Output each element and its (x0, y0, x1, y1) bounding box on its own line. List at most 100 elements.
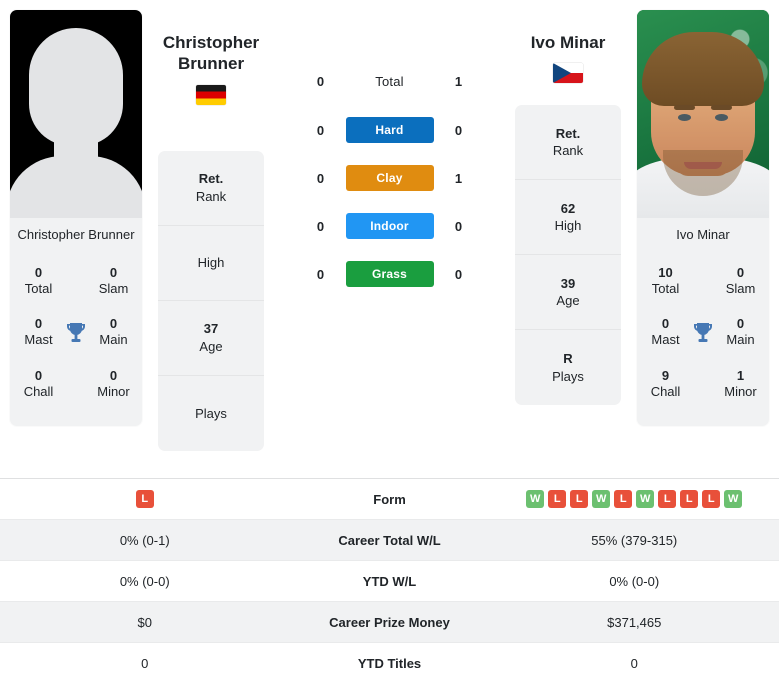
form-left-cell: L (0, 484, 290, 514)
right-titles-main-value: 0 (736, 316, 745, 332)
career-total-wl-left: 0% (0-1) (119, 532, 170, 548)
left-player-name-line2: Brunner (177, 54, 245, 74)
comparison-stats-table: L Form WLLWLWLLLW 0% (0-1) Career Total … (0, 478, 779, 684)
h2h-clay-left: 0 (316, 170, 325, 186)
surface-badge-hard[interactable]: Hard (345, 117, 434, 143)
right-titles-mast-label: Mast (651, 332, 680, 348)
left-info-high: High (158, 226, 264, 301)
left-form-badges: L (8, 490, 282, 508)
form-badge-win: W (592, 490, 611, 508)
left-info-rank-value: Ret. (198, 170, 224, 186)
left-titles-total-label: Total (24, 280, 53, 296)
right-player-name: Ivo Minar (530, 33, 606, 52)
left-titles-mast-value: 0 (34, 316, 43, 332)
surface-badge-indoor[interactable]: Indoor (345, 213, 434, 239)
table-row: 0 YTD Titles 0 (0, 643, 779, 684)
form-badge-loss: L (135, 490, 154, 508)
h2h-row-grass: 0 Grass 0 (276, 261, 503, 287)
right-info-high: 62 High (515, 180, 621, 256)
right-titles-main-label: Main (726, 332, 755, 348)
left-titles-main: 0 Main (91, 307, 136, 359)
right-player-titles-grid: 10 Total 0 Slam 0 Mast 0 Main 9 Chall 1 … (637, 254, 769, 427)
left-player-name: Christopher Brunner (158, 10, 264, 75)
left-player-info-card: Ret. Rank High 37 Age Plays (158, 150, 264, 451)
right-player-card[interactable]: Ivo Minar 10 Total 0 Slam 0 Mast 0 Main … (637, 10, 769, 427)
h2h-indoor-right: 0 (454, 218, 463, 234)
left-titles-slam: 0 Slam (91, 256, 136, 308)
right-info-plays-label: Plays (552, 368, 584, 384)
right-info-age: 39 Age (515, 255, 621, 331)
right-titles-minor-label: Minor (724, 383, 757, 399)
right-titles-mast: 0 Mast (643, 307, 688, 359)
right-titles-main: 0 Main (718, 307, 763, 359)
h2h-grass-right: 0 (454, 266, 463, 282)
h2h-indoor-left: 0 (316, 218, 325, 234)
right-player-info-card: Ret. Rank 62 High 39 Age R Plays (515, 105, 621, 406)
right-info-plays: R Plays (515, 330, 621, 405)
right-titles-chall: 9 Chall (643, 359, 688, 411)
left-info-age: 37 Age (158, 301, 264, 376)
left-titles-slam-value: 0 (109, 264, 118, 280)
right-player-photo (637, 10, 769, 218)
right-titles-total: 10 Total (643, 256, 688, 308)
career-prize-money-left: $0 (137, 614, 152, 630)
ytd-titles-left: 0 (141, 656, 149, 671)
left-player-flag-germany (196, 84, 226, 105)
left-titles-minor: 0 Minor (91, 359, 136, 411)
h2h-row-clay: 0 Clay 1 (276, 165, 503, 191)
left-info-plays-label: Plays (195, 405, 227, 421)
form-badge-loss: L (614, 490, 633, 508)
left-titles-total-value: 0 (34, 264, 43, 280)
form-badge-win: W (724, 490, 743, 508)
surface-badge-grass[interactable]: Grass (345, 261, 434, 287)
left-player-card[interactable]: Christopher Brunner 0 Total 0 Slam 0 Mas… (10, 10, 142, 427)
h2h-row-hard: 0 Hard 0 (276, 117, 503, 143)
h2h-total-right: 1 (454, 74, 463, 89)
placeholder-avatar-icon (10, 10, 142, 218)
left-player-photo-column: Christopher Brunner 0 Total 0 Slam 0 Mas… (0, 10, 152, 427)
left-titles-minor-label: Minor (97, 383, 130, 399)
right-player-info-column: Ivo Minar Ret. Rank 62 High 39 Age R Pla… (509, 10, 627, 406)
left-player-photo (10, 10, 142, 218)
h2h-total-left: 0 (316, 74, 325, 89)
stat-label-career-total-wl: Career Total W/L (338, 532, 441, 548)
right-titles-slam: 0 Slam (718, 256, 763, 308)
table-row: L Form WLLWLWLLLW (0, 479, 779, 520)
right-info-plays-value: R (563, 351, 573, 367)
h2h-row-indoor: 0 Indoor 0 (276, 213, 503, 239)
right-titles-slam-label: Slam (725, 280, 756, 296)
form-badge-loss: L (680, 490, 699, 508)
right-player-flag-czech (553, 63, 583, 84)
ytd-wl-left: 0% (0-0) (119, 573, 170, 589)
surface-badge-clay[interactable]: Clay (345, 165, 434, 191)
stat-label-career-prize-money: Career Prize Money (329, 614, 450, 630)
left-info-high-label: High (197, 255, 225, 271)
left-player-name-line1: Christopher (162, 33, 260, 52)
right-info-rank-value: Ret. (555, 125, 581, 141)
stat-label-ytd-wl: YTD W/L (362, 573, 417, 589)
h2h-hard-right: 0 (454, 122, 463, 138)
left-titles-chall-value: 0 (34, 367, 43, 383)
form-badge-win: W (526, 490, 545, 508)
table-row: $0 Career Prize Money $371,465 (0, 602, 779, 643)
left-titles-total: 0 Total (16, 256, 61, 308)
right-titles-total-value: 10 (658, 264, 673, 280)
left-titles-minor-value: 0 (109, 367, 118, 383)
stat-label-ytd-titles: YTD Titles (357, 656, 422, 671)
left-info-plays: Plays (158, 376, 264, 451)
left-player-info-column: Christopher Brunner Ret. Rank High 37 Ag… (152, 10, 270, 451)
left-info-age-label: Age (199, 338, 223, 354)
surface-comparison-column: 0 Total 1 0 Hard 0 0 Clay 1 0 Indoor 0 0… (270, 10, 509, 287)
left-player-photo-name: Christopher Brunner (17, 227, 135, 242)
ytd-titles-right: 0 (630, 656, 638, 671)
left-player-titles-grid: 0 Total 0 Slam 0 Mast 0 Main 0 Chall 0 M… (10, 254, 142, 427)
right-player-photo-name: Ivo Minar (676, 227, 730, 242)
trophy-icon (61, 321, 91, 345)
career-prize-money-right: $371,465 (607, 614, 662, 630)
left-titles-main-label: Main (99, 332, 128, 348)
form-right-cell: WLLWLWLLLW (490, 484, 779, 514)
h2h-grass-left: 0 (316, 266, 325, 282)
right-info-high-label: High (554, 218, 582, 234)
table-row: 0% (0-0) YTD W/L 0% (0-0) (0, 561, 779, 602)
right-titles-minor: 1 Minor (718, 359, 763, 411)
